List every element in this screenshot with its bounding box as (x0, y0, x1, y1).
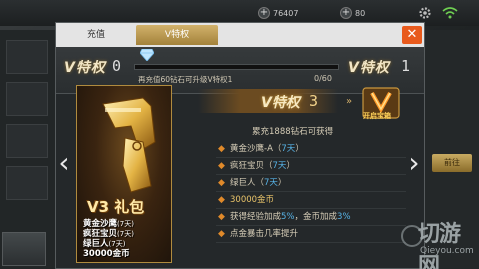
pack-item: 30000金币 (83, 249, 130, 259)
detail-vip-badge: V特权 (261, 95, 300, 111)
next-arrow-icon[interactable]: › (408, 148, 420, 178)
pack-item: 绿巨人(7天) (83, 239, 126, 249)
benefit-item: ◆ 绿巨人（7天） (216, 175, 406, 192)
pack-item: 疯狂宝贝(7天) (83, 229, 134, 239)
vip-progress-value: 0/60 (314, 74, 332, 83)
add-coin-icon[interactable]: + (258, 7, 270, 19)
vip-progress-hint: 再充值60钻石可升级V特权1 (138, 75, 233, 84)
goto-button[interactable]: 前往 (432, 154, 472, 172)
player-avatar (2, 232, 46, 266)
current-vip-level: 0 (112, 57, 122, 75)
close-button[interactable]: ✕ (402, 26, 422, 44)
benefit-item: ◆ 点金暴击几率提升 (216, 226, 406, 243)
background-slot (6, 124, 48, 158)
double-arrow-icon: » (346, 96, 353, 107)
hud-icons (418, 5, 458, 19)
gear-icon[interactable] (418, 5, 432, 19)
diamond-counter[interactable]: + 80 (340, 5, 365, 21)
close-icon: ✕ (406, 27, 418, 42)
add-diamond-icon[interactable]: + (340, 7, 352, 19)
vip-dialog: 充值 V特权 ✕ V特权 0 再充值60钻石可升级V特权1 0/60 V特权 1 (55, 22, 425, 269)
open-chest-label[interactable]: 开启宝箱 (363, 111, 391, 121)
diamond-value: 80 (355, 8, 366, 18)
background-slot (6, 40, 48, 74)
benefit-heading: 累充1888钻石可获得 (252, 127, 334, 137)
tab-vip[interactable]: V特权 (136, 25, 218, 45)
tab-bar: 充值 V特权 ✕ (56, 23, 424, 47)
benefit-item: ◆ 疯狂宝贝（7天） (216, 158, 406, 175)
watermark-subtext: Qieyou.com (420, 246, 474, 256)
benefit-item: ◆ 30000金币 (216, 192, 406, 209)
prev-arrow-icon[interactable]: ‹ (58, 148, 70, 178)
next-vip-badge: V特权 (348, 60, 390, 76)
next-vip-level: 1 (401, 57, 411, 75)
benefit-item: ◆ 黄金沙鹰-A（7天） (216, 141, 406, 158)
current-vip-badge: V特权 (64, 60, 106, 76)
background-slot (6, 82, 48, 116)
watermark-text: 切游网 (418, 222, 461, 269)
tab-recharge[interactable]: 充值 (66, 25, 126, 45)
diamond-icon (140, 49, 154, 61)
background-slot (6, 166, 48, 200)
wifi-icon (442, 5, 458, 19)
coin-counter[interactable]: + 76407 (258, 5, 298, 21)
pack-title: V3 礼包 (87, 198, 145, 216)
pack-item: 黄金沙鹰(7天) (83, 219, 134, 229)
vip-progress-bar (134, 64, 339, 70)
benefit-list: ◆ 黄金沙鹰-A（7天） ◆ 疯狂宝贝（7天） ◆ 绿巨人（7天） ◆ 30000金币 … (216, 141, 406, 243)
coin-value: 76407 (273, 8, 299, 18)
benefit-item: ◆ 获得经验加成5%，金币加成3% (216, 209, 406, 226)
vip-pack-card: V3 礼包 黄金沙鹰(7天) 疯狂宝贝(7天) 绿巨人(7天) 30000金币 (76, 85, 172, 263)
golden-pistol-image (102, 97, 156, 193)
pack-items: 黄金沙鹰(7天) 疯狂宝贝(7天) 绿巨人(7天) 30000金币 (83, 219, 134, 259)
detail-vip-level: 3 (309, 92, 319, 110)
